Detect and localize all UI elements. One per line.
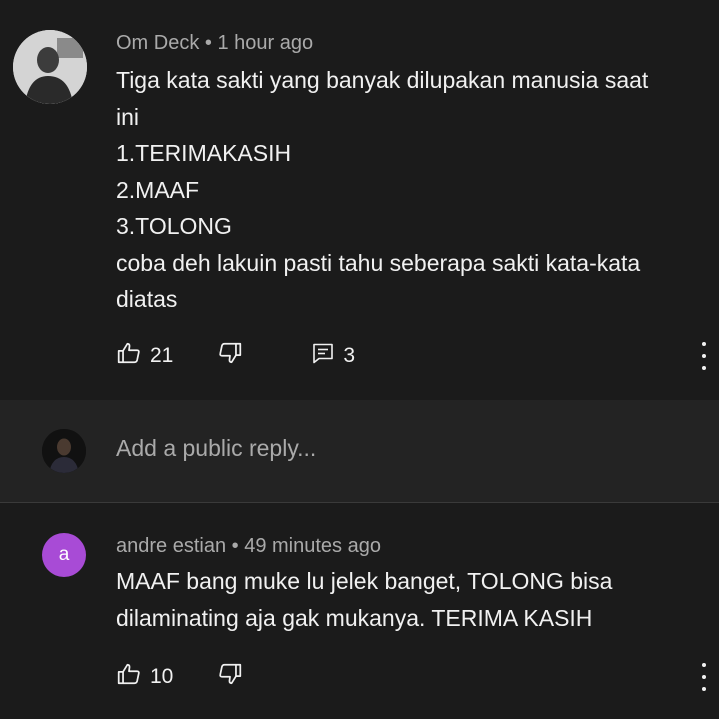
comment-actions: 21 3 [116,340,355,372]
thumbs-up-icon [116,661,142,693]
comment-line: 1.TERIMAKASIH [116,140,292,166]
avatar-om-deck[interactable] [13,30,87,104]
comment-line: ini [116,103,140,130]
more-vert-icon [702,663,706,667]
comment-actions: 10 [116,661,243,693]
separator-dot: • [231,535,245,557]
thumbs-up-icon [116,340,142,372]
reply-bar [0,400,719,503]
replies-icon [311,341,335,371]
comment-line: 3.TOLONG [116,213,232,239]
dislike-button[interactable] [217,340,243,372]
separator-dot: • [204,32,218,54]
dislike-button[interactable] [217,661,243,693]
avatar-andre-estian[interactable]: a [42,533,86,577]
reply-input[interactable]: Add a public reply... [116,435,316,462]
comment-time[interactable]: 49 minutes ago [244,535,381,557]
comment-text: Tiga kata sakti yang banyak dilupakan ma… [116,62,716,318]
comment-line: coba deh lakuin pasti tahu seberapa sakt… [116,249,641,276]
comment-line: 2.MAAF [116,176,200,203]
thumbs-down-icon [217,661,243,693]
like-count: 21 [150,344,174,367]
comment-line: MAAF bang muke lu jelek banget, TOLONG b… [116,568,613,594]
comment-meta: andre estian • 49 minutes ago [116,535,381,558]
author-name[interactable]: Om Deck [116,32,199,54]
thumbs-down-icon [217,340,243,372]
replies-button[interactable]: 3 [311,341,355,371]
comment-line: dilaminating aja gak mukanya. TERIMA KAS… [116,604,593,631]
comment-line: diatas [116,286,178,312]
comment-om-deck: Om Deck • 1 hour ago Tiga kata sakti yan… [0,0,719,400]
like-button[interactable]: 21 [116,340,173,372]
comment-time[interactable]: 1 hour ago [217,32,313,54]
current-user-avatar [42,429,86,473]
comment-line: Tiga kata sakti yang banyak dilupakan ma… [116,67,649,93]
comment-meta: Om Deck • 1 hour ago [116,32,313,55]
reply-count: 3 [343,344,356,367]
author-name[interactable]: andre estian [116,535,226,557]
like-button[interactable]: 10 [116,661,173,693]
like-count: 10 [150,665,174,688]
comment-text: MAAF bang muke lu jelek banget, TOLONG b… [116,563,716,636]
more-options-button[interactable] [697,663,711,691]
more-vert-icon [702,342,706,346]
more-options-button[interactable] [697,342,711,370]
